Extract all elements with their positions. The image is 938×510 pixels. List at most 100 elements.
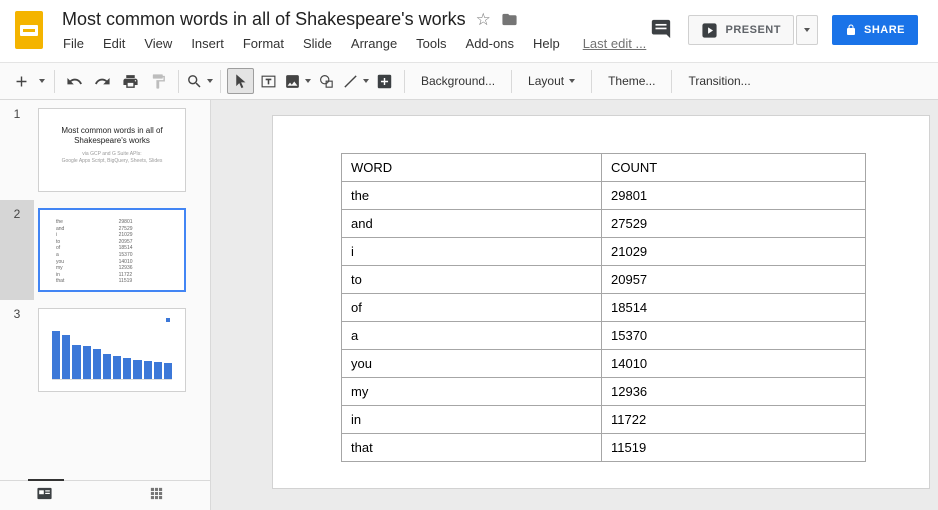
menu-insert[interactable]: Insert [191,36,224,51]
line-button[interactable] [341,68,370,94]
table-cell[interactable]: i [342,238,602,266]
star-icon[interactable]: ☆ [476,10,491,30]
table-cell[interactable]: my [342,378,602,406]
redo-button[interactable] [89,68,116,94]
chevron-down-icon [569,79,575,83]
mini-chart-bar [62,335,70,379]
present-group: PRESENT [688,15,818,45]
transition-button[interactable]: Transition... [678,68,760,94]
slide-thumbnail-1[interactable]: Most common words in all of Shakespeare'… [38,108,186,192]
comment-icon [650,18,672,40]
menu-help[interactable]: Help [533,36,560,51]
shape-button[interactable] [313,68,340,94]
mini-table-row: the29801 [56,219,164,226]
line-icon [342,73,359,90]
toolbar-separator [591,70,592,93]
mini-chart-bar [103,354,111,379]
menu-file[interactable]: File [63,36,84,51]
table-header-cell[interactable]: COUNT [602,154,866,182]
table-cell[interactable]: 21029 [602,238,866,266]
table-cell[interactable]: 14010 [602,350,866,378]
theme-button[interactable]: Theme... [598,68,665,94]
table-cell[interactable]: a [342,322,602,350]
mini-chart-bar [133,360,141,379]
mini-chart-bar [113,356,121,379]
last-edit-link[interactable]: Last edit ... [583,36,647,51]
redo-icon [94,73,111,90]
paint-format-button[interactable] [145,68,172,94]
menu-arrange[interactable]: Arrange [351,36,397,51]
word-count-table[interactable]: WORDCOUNT the29801and27529i21029to20957o… [341,153,866,462]
table-cell[interactable]: 12936 [602,378,866,406]
table-header-cell[interactable]: WORD [342,154,602,182]
cursor-icon [232,73,249,90]
table-cell[interactable]: 18514 [602,294,866,322]
table-cell[interactable]: 11722 [602,406,866,434]
table-row: to20957 [342,266,866,294]
table-cell[interactable]: 20957 [602,266,866,294]
mini-table-row: a15370 [56,252,164,259]
menu-addons[interactable]: Add-ons [466,36,514,51]
layout-button[interactable]: Layout [518,68,585,94]
mini-chart-bar [164,363,172,379]
present-dropdown-button[interactable] [796,15,818,45]
menu-tools[interactable]: Tools [416,36,446,51]
new-slide-button[interactable] [8,68,35,94]
text-box-button[interactable] [255,68,282,94]
new-slide-dropdown-button[interactable] [36,68,48,94]
table-cell[interactable]: that [342,434,602,462]
zoom-button[interactable] [185,68,214,94]
share-button[interactable]: SHARE [832,15,918,45]
comments-button[interactable] [650,18,674,42]
menu-slide[interactable]: Slide [303,36,332,51]
table-cell[interactable]: to [342,266,602,294]
table-row: you14010 [342,350,866,378]
slides-logo-icon[interactable] [15,11,43,49]
toolbar-separator [178,70,179,93]
slide2-mini-table: the29801and27529i21029to20957of18514a153… [56,219,164,285]
title-row: Most common words in all of Shakespeare'… [62,9,518,30]
document-title[interactable]: Most common words in all of Shakespeare'… [62,9,466,30]
print-icon [122,73,139,90]
slide-canvas: WORDCOUNT the29801and27529i21029to20957o… [211,100,938,510]
slide-page[interactable]: WORDCOUNT the29801and27529i21029to20957o… [272,115,930,489]
table-cell[interactable]: 29801 [602,182,866,210]
mini-table-row: my12936 [56,265,164,272]
mini-table-row: in11722 [56,272,164,279]
add-comment-button[interactable] [371,68,398,94]
slide-thumbnail-3[interactable] [38,308,186,392]
table-cell[interactable]: you [342,350,602,378]
image-button[interactable] [283,68,312,94]
table-cell[interactable]: 15370 [602,322,866,350]
header: Most common words in all of Shakespeare'… [0,0,938,62]
table-cell[interactable]: 27529 [602,210,866,238]
filmstrip-view-button[interactable] [36,485,53,507]
folder-icon[interactable] [501,11,518,28]
slide-number: 2 [0,200,34,300]
present-button[interactable]: PRESENT [688,15,794,45]
menu-edit[interactable]: Edit [103,36,125,51]
background-button[interactable]: Background... [411,68,505,94]
menu-format[interactable]: Format [243,36,284,51]
table-row: i21029 [342,238,866,266]
table-cell[interactable]: in [342,406,602,434]
table-row: in11722 [342,406,866,434]
undo-button[interactable] [61,68,88,94]
mini-chart-bar [123,358,131,379]
table-cell[interactable]: and [342,210,602,238]
select-tool-button[interactable] [227,68,254,94]
table-cell[interactable]: the [342,182,602,210]
print-button[interactable] [117,68,144,94]
thumb1-subtitle-2: Google Apps Script, BigQuery, Sheets, Sl… [39,158,185,164]
table-cell[interactable]: of [342,294,602,322]
mini-table-row: you14010 [56,259,164,266]
menu-view[interactable]: View [144,36,172,51]
chevron-down-icon [305,79,311,83]
image-icon [284,73,301,90]
mini-table-row: to20957 [56,239,164,246]
grid-view-button[interactable] [149,486,164,506]
mini-table-row: i21029 [56,232,164,239]
table-row: the29801 [342,182,866,210]
slide-thumbnail-2[interactable]: the29801and27529i21029to20957of18514a153… [38,208,186,292]
table-cell[interactable]: 11519 [602,434,866,462]
